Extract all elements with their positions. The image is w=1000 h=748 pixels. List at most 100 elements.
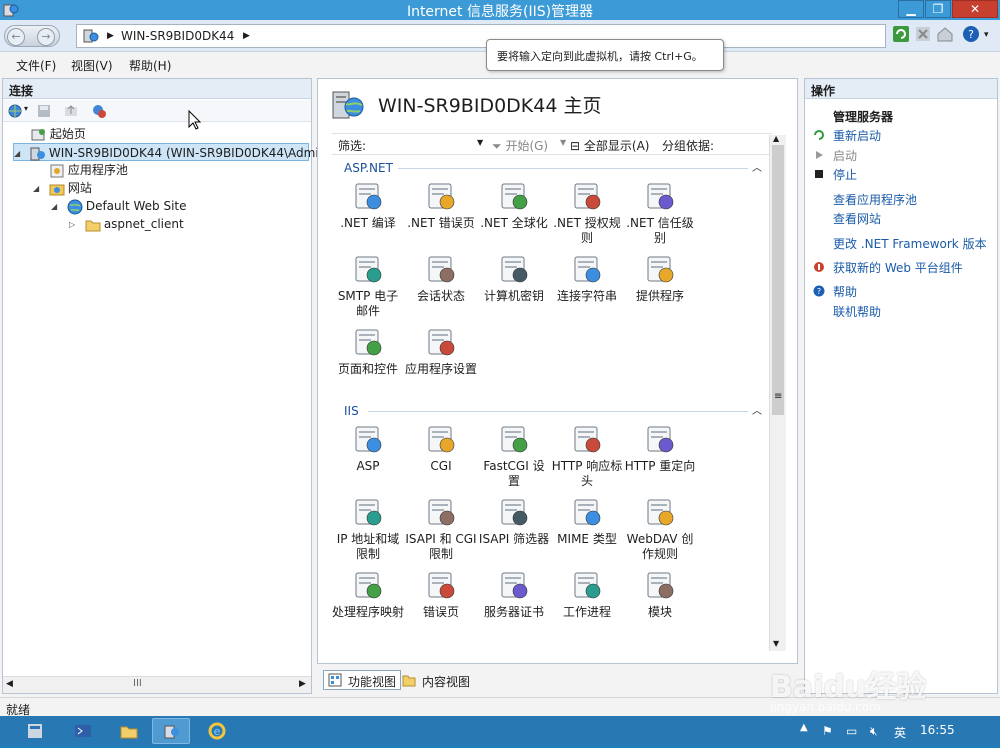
feature-key[interactable]: 计算机密钥 (478, 252, 550, 304)
tab-features-view[interactable]: 功能视图 (323, 670, 402, 690)
group-by-label[interactable]: 分组依据: (662, 137, 714, 154)
connections-tree: 起始页 ◢ WIN-SR9BID0DK44 (WIN-SR9BID0DK44\A… (13, 125, 326, 233)
online-help-link[interactable]: 联机帮助 (833, 303, 881, 320)
stop-link[interactable]: 停止 (833, 166, 857, 183)
feature-cgi[interactable]: CGI (405, 422, 477, 474)
tree-item-server[interactable]: ◢ WIN-SR9BID0DK44 (WIN-SR9BID0DK44\Admin (13, 143, 326, 163)
change-framework-link[interactable]: 更改 .NET Framework 版本 (833, 235, 987, 252)
horizontal-scrollbar[interactable]: ◀ III ▶ (3, 676, 311, 693)
feature-db[interactable]: 连接字符串 (551, 252, 623, 304)
close-button[interactable]: ✕ (952, 0, 998, 18)
feature-error-page[interactable]: .NET 错误页 (405, 179, 477, 231)
feature-lock[interactable]: .NET 授权规则 (551, 179, 623, 246)
filter-dropdown-icon[interactable]: ▼ (477, 138, 483, 147)
refresh-icon[interactable] (892, 25, 910, 43)
powershell-taskbar-button[interactable] (64, 718, 102, 744)
filter-input[interactable] (372, 135, 490, 153)
scroll-thumb[interactable] (772, 145, 784, 415)
menu-view[interactable]: 视图(V) (71, 57, 113, 74)
scroll-left-icon[interactable]: ◀ (6, 679, 13, 689)
view-app-pools-link[interactable]: 查看应用程序池 (833, 191, 917, 208)
collapse-group-icon[interactable]: ︿ (752, 159, 762, 174)
connect-globe-icon[interactable] (7, 103, 23, 119)
feature-isapi-cgi[interactable]: ISAPI 和 CGI 限制 (405, 495, 477, 562)
tree-item-aspnet-client[interactable]: ▷ aspnet_client (13, 215, 309, 233)
show-all-button[interactable]: ⊟ 全部显示(A) (570, 137, 649, 154)
network-icon[interactable]: ▭ (846, 724, 857, 738)
scroll-down-icon[interactable]: ▼ (773, 639, 779, 648)
tray-expand-icon[interactable]: ▲ (800, 722, 808, 733)
collapse-arrow-icon[interactable]: ◢ (51, 198, 63, 216)
feature-header[interactable]: HTTP 响应标头 (551, 422, 623, 489)
stop-icon[interactable] (914, 25, 932, 43)
start-dropdown-icon[interactable]: ▼ (560, 138, 566, 147)
volume-icon[interactable]: 🔇︎ (870, 724, 878, 739)
feature-compile[interactable]: .NET 编译 (332, 179, 404, 231)
explorer-taskbar-button[interactable] (110, 718, 148, 744)
feature-page[interactable]: 页面和控件 (332, 325, 404, 377)
forward-arrow-icon[interactable]: → (37, 28, 55, 46)
feature-ip[interactable]: IP 地址和域限制 (332, 495, 404, 562)
disconnect-icon[interactable] (91, 103, 107, 119)
feature-fastcgi[interactable]: FastCGI 设置 (478, 422, 550, 489)
tab-content-view[interactable]: 内容视图 (397, 670, 475, 690)
get-web-platform-link[interactable]: 获取新的 Web 平台组件 (833, 259, 963, 276)
help-dropdown-icon[interactable]: ▾ (984, 30, 989, 40)
server-manager-taskbar-button[interactable] (16, 718, 54, 744)
scroll-thumb[interactable]: III (133, 678, 142, 689)
expand-arrow-icon[interactable]: ▷ (69, 216, 81, 234)
feature-redirect[interactable]: HTTP 重定向 (624, 422, 696, 474)
chevron-right-icon[interactable]: ▶ (243, 31, 250, 41)
tree-item-default-web-site[interactable]: ◢ Default Web Site (13, 197, 309, 215)
start-link[interactable]: 启动 (833, 147, 857, 164)
ime-indicator[interactable]: 英 (894, 724, 906, 741)
menu-file[interactable]: 文件(F) (16, 57, 56, 74)
vertical-scrollbar[interactable]: ▲ ≡ ▼ (769, 134, 786, 651)
address-bar[interactable]: ▶ WIN-SR9BID0DK44 ▶ (76, 24, 886, 48)
feature-certificate[interactable]: 服务器证书 (478, 568, 550, 620)
feature-mail[interactable]: SMTP 电子邮件 (332, 252, 404, 319)
view-sites-link[interactable]: 查看网站 (833, 210, 881, 227)
internet-explorer-taskbar-button[interactable]: e (198, 718, 236, 744)
feature-error-page[interactable]: 错误页 (405, 568, 477, 620)
iis-manager-taskbar-button[interactable] (152, 718, 190, 744)
tree-item-start-page[interactable]: 起始页 (13, 125, 309, 143)
maximize-button[interactable]: ❐ (925, 0, 951, 18)
feature-mime[interactable]: MIME 类型 (551, 495, 623, 547)
collapse-arrow-icon[interactable]: ◢ (14, 145, 26, 163)
home-icon[interactable] (936, 25, 954, 43)
tree-item-sites[interactable]: ◢ 网站 (13, 179, 309, 197)
feature-session[interactable]: 会话状态 (405, 252, 477, 304)
taskbar-clock[interactable]: 16:55 (920, 723, 955, 737)
feature-users[interactable]: 提供程序 (624, 252, 696, 304)
feature-webdav[interactable]: WebDAV 创作规则 (624, 495, 696, 562)
feature-label: WebDAV 创作规则 (626, 532, 694, 561)
start-filter-button[interactable]: ⏷ 开始(G) (492, 137, 548, 154)
feature-asp[interactable]: ASP (332, 422, 404, 474)
menu-help[interactable]: 帮助(H) (129, 57, 171, 74)
up-level-icon[interactable] (63, 103, 79, 119)
minimize-button[interactable]: ▁ (898, 0, 924, 18)
feature-module[interactable]: 模块 (624, 568, 696, 620)
feature-isapi-filter[interactable]: ISAPI 筛选器 (478, 495, 550, 547)
feature-label: 服务器证书 (483, 605, 544, 619)
flag-icon[interactable]: ⚑ (822, 724, 833, 738)
feature-worker[interactable]: 工作进程 (551, 568, 623, 620)
scroll-up-icon[interactable]: ▲ (773, 134, 779, 143)
tree-item-app-pools[interactable]: 应用程序池 (13, 161, 309, 179)
scroll-right-icon[interactable]: ▶ (299, 679, 306, 689)
help-icon[interactable]: ? (962, 25, 980, 43)
restart-link[interactable]: 重新启动 (833, 127, 881, 144)
collapse-group-icon[interactable]: ︿ (752, 402, 762, 417)
chevron-right-icon[interactable]: ▶ (107, 31, 114, 41)
save-icon[interactable] (36, 103, 52, 119)
back-arrow-icon[interactable]: ← (7, 28, 25, 46)
feature-shield[interactable]: .NET 信任级别 (624, 179, 696, 246)
feature-settings[interactable]: 应用程序设置 (405, 325, 477, 377)
feature-handler[interactable]: 处理程序映射 (332, 568, 404, 620)
collapse-arrow-icon[interactable]: ◢ (33, 180, 45, 198)
connect-dropdown-icon[interactable]: ▾ (24, 104, 28, 113)
help-link[interactable]: 帮助 (833, 283, 857, 300)
folder-icon (85, 220, 101, 231)
feature-globe[interactable]: .NET 全球化 (478, 179, 550, 231)
